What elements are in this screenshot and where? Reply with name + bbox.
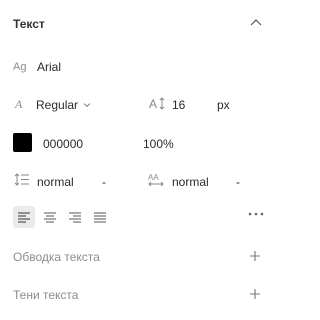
- letter-spacing-input[interactable]: normal: [172, 175, 209, 189]
- align-center-button[interactable]: [39, 206, 61, 228]
- line-height-reset[interactable]: -: [102, 175, 106, 189]
- align-right-icon: [69, 212, 81, 222]
- svg-text:A: A: [149, 97, 157, 111]
- collapse-button[interactable]: [250, 18, 262, 28]
- svg-text:AA: AA: [148, 173, 159, 182]
- font-style-icon: A: [14, 97, 26, 111]
- text-stroke-label: Обводка текста: [13, 250, 100, 264]
- line-height-input[interactable]: normal: [37, 175, 74, 189]
- font-size-input[interactable]: 16: [172, 98, 185, 112]
- text-shadow-label: Тени текста: [13, 288, 79, 302]
- align-left-button[interactable]: [13, 206, 35, 228]
- color-hex-input[interactable]: 000000: [43, 137, 83, 151]
- letter-spacing-reset[interactable]: -: [236, 175, 240, 189]
- align-center-icon: [44, 212, 56, 222]
- font-weight-select[interactable]: Regular: [36, 98, 92, 112]
- align-justify-icon: [94, 212, 106, 222]
- more-options-button[interactable]: [248, 211, 264, 217]
- plus-icon: [250, 251, 260, 261]
- chevron-up-icon: [250, 19, 262, 26]
- align-right-button[interactable]: [64, 206, 86, 228]
- more-horizontal-icon: [248, 212, 264, 216]
- svg-text:A: A: [14, 97, 23, 111]
- plus-icon: [250, 289, 260, 299]
- chevron-down-icon: [83, 103, 91, 108]
- panel-title: Текст: [13, 17, 45, 31]
- line-height-icon: [14, 172, 30, 187]
- color-opacity-input[interactable]: 100%: [143, 137, 174, 151]
- font-family-select[interactable]: Arial: [37, 60, 61, 74]
- add-text-stroke-button[interactable]: [249, 250, 261, 262]
- letter-spacing-icon: AA: [147, 171, 165, 187]
- font-weight-value: Regular: [36, 98, 79, 112]
- add-text-shadow-button[interactable]: [249, 288, 261, 300]
- font-family-icon: Ag: [13, 59, 31, 73]
- align-left-icon: [18, 212, 30, 222]
- color-swatch[interactable]: [13, 133, 32, 152]
- font-size-icon: A: [149, 96, 167, 111]
- font-size-unit[interactable]: px: [217, 98, 230, 112]
- align-justify-button[interactable]: [89, 206, 111, 228]
- svg-text:Ag: Ag: [13, 61, 26, 73]
